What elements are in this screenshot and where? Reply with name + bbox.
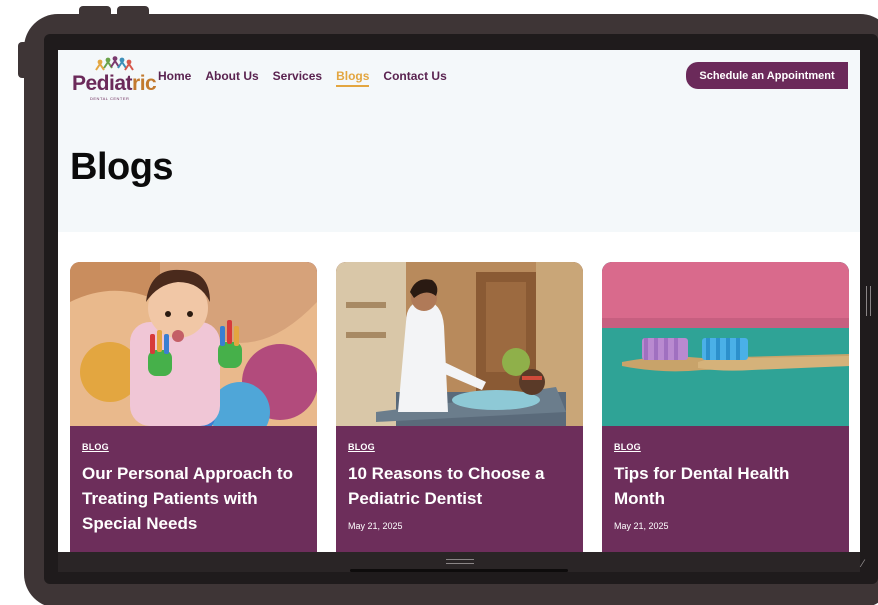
bottom-grip-handle[interactable] — [446, 559, 474, 564]
nav-blogs[interactable]: Blogs — [336, 69, 370, 87]
nav-about-us[interactable]: About Us — [205, 69, 258, 87]
browser-viewport: Pediatric DENTAL CENTER Home About Us Se… — [58, 50, 860, 552]
post-category[interactable]: BLOG — [82, 442, 305, 452]
post-category[interactable]: BLOG — [614, 442, 837, 452]
home-indicator[interactable] — [350, 569, 568, 572]
logo-wordmark-main: Pediat — [72, 72, 133, 95]
logo-subtitle: DENTAL CENTER — [90, 96, 130, 101]
side-grip-handle[interactable] — [866, 286, 871, 316]
logo-wordmark-tail: ric — [132, 72, 157, 95]
blog-card[interactable]: BLOG Tips for Dental Health Month May 21… — [602, 262, 849, 552]
post-title[interactable]: 10 Reasons to Choose a Pediatric Dentist — [348, 461, 571, 511]
post-title[interactable]: Our Personal Approach to Treating Patien… — [82, 461, 305, 536]
post-date: May 21, 2025 — [614, 521, 669, 531]
child-painted-hands-image[interactable] — [70, 262, 317, 426]
post-date: May 21, 2025 — [348, 521, 403, 531]
post-title[interactable]: Tips for Dental Health Month — [614, 461, 837, 511]
page-title: Blogs — [70, 146, 174, 188]
post-category[interactable]: BLOG — [348, 442, 571, 452]
main-nav: Home About Us Services Blogs Contact Us — [158, 69, 447, 87]
nav-contact-us[interactable]: Contact Us — [383, 69, 446, 87]
site-header: Pediatric DENTAL CENTER Home About Us Se… — [58, 50, 860, 232]
blog-card[interactable]: BLOG Our Personal Approach to Treating P… — [70, 262, 317, 552]
resize-handle-icon[interactable]: ⁄ — [862, 558, 864, 570]
blog-card[interactable]: BLOG 10 Reasons to Choose a Pediatric De… — [336, 262, 583, 552]
schedule-appointment-button[interactable]: Schedule an Appointment — [686, 62, 848, 89]
nav-services[interactable]: Services — [273, 69, 322, 87]
dentist-with-child-image[interactable] — [336, 262, 583, 426]
children-logo-icon — [95, 56, 134, 71]
nav-home[interactable]: Home — [158, 69, 191, 87]
site-logo[interactable]: Pediatric DENTAL CENTER — [70, 56, 157, 104]
logo-wordmark: Pediatric — [72, 72, 157, 96]
toothbrushes-image[interactable] — [602, 262, 849, 426]
